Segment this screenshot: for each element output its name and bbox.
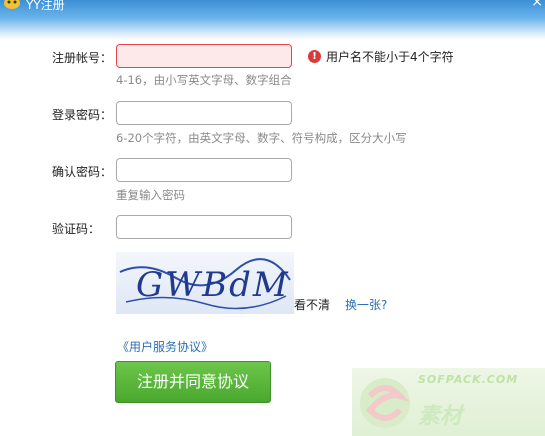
terms-of-service-link[interactable]: 《用户服务协议》 bbox=[117, 338, 213, 355]
account-error-text: 用户名不能小于4个字符 bbox=[326, 50, 454, 64]
window-title: YY注册 bbox=[26, 0, 65, 12]
register-agree-button[interactable]: 注册并同意协议 bbox=[115, 361, 271, 403]
password-label: 登录密码： bbox=[52, 108, 113, 122]
watermark-brand: 素材 bbox=[418, 404, 463, 429]
password-hint: 6-20个字符，由英文字母、数字、符号构成，区分大小写 bbox=[116, 131, 407, 145]
password-input[interactable] bbox=[116, 101, 292, 125]
confirm-password-label: 确认密码： bbox=[52, 165, 113, 179]
watermark-url: SOFPACK.COM bbox=[418, 373, 519, 386]
title-bar: YY注册 × bbox=[0, 0, 545, 40]
confirm-password-hint: 重复输入密码 bbox=[116, 188, 185, 202]
captcha-refresh-link[interactable]: 换一张? bbox=[345, 296, 387, 313]
captcha-label: 验证码： bbox=[52, 222, 101, 236]
captcha-text: GWBdM bbox=[136, 265, 290, 305]
yy-logo-icon bbox=[4, 0, 20, 9]
captcha-unclear-text: 看不清 bbox=[294, 298, 331, 312]
captcha-image[interactable]: GWBdM bbox=[116, 252, 294, 314]
close-icon[interactable]: × bbox=[531, 0, 543, 10]
account-label: 注册帐号： bbox=[52, 51, 113, 65]
account-error: ! 用户名不能小于4个字符 bbox=[308, 48, 454, 65]
account-input[interactable] bbox=[116, 44, 292, 68]
captcha-input[interactable] bbox=[116, 215, 292, 239]
error-icon: ! bbox=[308, 50, 321, 63]
watermark-logo-icon bbox=[360, 378, 410, 428]
account-hint: 4-16，由小写英文字母、数字组合 bbox=[116, 73, 292, 87]
confirm-password-input[interactable] bbox=[116, 158, 292, 182]
captcha-graphic: GWBdM bbox=[119, 258, 291, 310]
